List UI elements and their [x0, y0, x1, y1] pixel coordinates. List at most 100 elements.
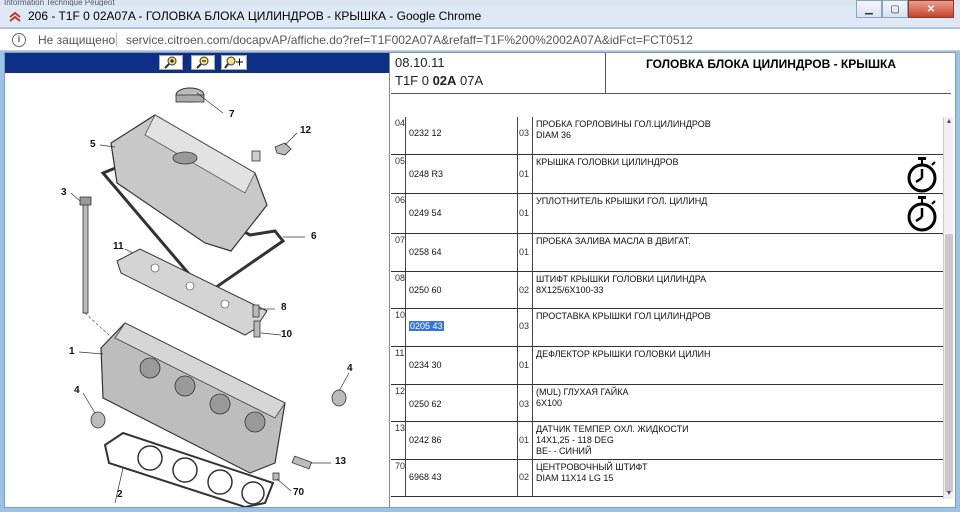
quantity: 03	[519, 399, 530, 409]
table-row[interactable]: 11 0234 30 01 ДЕФЛЕКТОР КРЫШКИ ГОЛОВКИ Ц…	[391, 347, 943, 385]
maximize-button[interactable]: ▢	[882, 0, 908, 18]
table-row[interactable]: 13 0242 86 01 ДАТЧИК ТЕМПЕР. ОХЛ. ЖИДКОС…	[391, 422, 943, 460]
description-line: ДАТЧИК ТЕМПЕР. ОХЛ. ЖИДКОСТИ	[536, 424, 689, 434]
part-number[interactable]: 0249 54	[409, 208, 442, 218]
part-description: ПРОБКА ЗАЛИВА МАСЛА В ДВИГАТ.	[536, 236, 691, 247]
row-number: 12	[395, 386, 406, 396]
quantity: 01	[519, 169, 530, 179]
stopwatch-icon[interactable]	[905, 156, 939, 194]
quantity: 01	[519, 247, 530, 257]
description-line: ЦЕНТРОВОЧНЫЙ ШТИФТ	[536, 462, 648, 472]
scroll-thumb[interactable]	[945, 234, 953, 492]
close-button[interactable]: ✕	[908, 0, 954, 18]
quantity: 03	[519, 128, 530, 138]
row-number: 70	[395, 461, 406, 471]
part-number[interactable]: 0258 64	[409, 247, 442, 257]
description-line: DIAM 11X14 LG 15	[536, 473, 614, 483]
diagram-toolbar	[5, 53, 389, 73]
table-row[interactable]: 05 0248 R3 01 КРЫШКА ГОЛОВКИ ЦИЛИНДРОВ	[391, 155, 943, 194]
diagram-panel: 7 5 12 3 6 11 8 10 1 4 4 2 13 70	[5, 53, 390, 507]
part-number[interactable]: 6968 43	[409, 472, 442, 482]
part-number[interactable]: 0232 12	[409, 128, 442, 138]
zoom-out-button[interactable]	[191, 55, 215, 70]
callout-label: 2	[117, 489, 123, 500]
stopwatch-icon[interactable]	[905, 195, 939, 233]
pan-button[interactable]	[221, 55, 247, 70]
zoom-in-button[interactable]	[159, 55, 183, 70]
row-number: 10	[395, 310, 406, 320]
row-number: 06	[395, 195, 406, 205]
row-number: 05	[395, 156, 406, 166]
callout-label: 12	[300, 125, 312, 136]
description-line: ПРОСТАВКА КРЫШКИ ГОЛ ЦИЛИНДРОВ	[536, 311, 711, 321]
page-title: ГОЛОВКА БЛОКА ЦИЛИНДРОВ - КРЫШКА	[645, 57, 897, 71]
address-bar[interactable]: i Не защищено service.citroen.com/docapv…	[0, 29, 960, 51]
header-rule	[391, 93, 951, 94]
part-number[interactable]: 0234 30	[409, 360, 442, 370]
row-number: 13	[395, 423, 406, 433]
part-description: УПЛОТНИТЕЛЬ КРЫШКИ ГОЛ. ЦИЛИНД	[536, 196, 707, 207]
callout-label: 7	[229, 109, 235, 120]
callout-label: 6	[311, 231, 317, 242]
minimize-button[interactable]: ▁	[856, 0, 882, 18]
title-bar: 206 - T1F 0 02A07A - ГОЛОВКА БЛОКА ЦИЛИН…	[0, 0, 960, 28]
table-row[interactable]: 04 0232 12 03 ПРОБКА ГОРЛОВИНЫ ГОЛ.ЦИЛИН…	[391, 117, 943, 155]
description-line: 8X125/6X100-33	[536, 285, 604, 295]
url-text[interactable]: service.citroen.com/docapvAP/affiche.do?…	[126, 33, 693, 47]
table-row[interactable]: 10 0205 43 03 ПРОСТАВКА КРЫШКИ ГОЛ ЦИЛИН…	[391, 309, 943, 347]
description-line: КРЫШКА ГОЛОВКИ ЦИЛИНДРОВ	[536, 157, 679, 167]
callout-label: 4	[74, 385, 80, 396]
callout-label: 5	[90, 139, 96, 150]
description-line: ПРОБКА ГОРЛОВИНЫ ГОЛ.ЦИЛИНДРОВ	[536, 119, 711, 129]
quantity: 01	[519, 435, 530, 445]
catalog-code-group: 02A	[432, 73, 457, 88]
description-line: (MUL) ГЛУХАЯ ГАЙКА	[536, 387, 629, 397]
description-line: 14X1,25 - 118 DEG	[536, 435, 614, 445]
callout-label: 3	[61, 187, 67, 198]
row-number: 11	[395, 348, 405, 358]
table-row[interactable]: 08 0250 60 02 ШТИФТ КРЫШКИ ГОЛОВКИ ЦИЛИН…	[391, 272, 943, 309]
part-number[interactable]: 0250 62	[409, 399, 442, 409]
table-row[interactable]: 07 0258 64 01 ПРОБКА ЗАЛИВА МАСЛА В ДВИГ…	[391, 234, 943, 272]
callout-layer: 7 5 12 3 6 11 8 10 1 4 4 2 13 70	[5, 73, 389, 507]
callout-label: 70	[293, 487, 305, 498]
scroll-down-button[interactable]: ▼	[944, 489, 954, 499]
table-row[interactable]: 70 6968 43 02 ЦЕНТРОВОЧНЫЙ ШТИФТ DIAM 11X…	[391, 460, 943, 497]
callout-label: 11	[113, 241, 124, 252]
page-content: 7 5 12 3 6 11 8 10 1 4 4 2 13 70 08.10.1…	[4, 52, 956, 508]
catalog-date: 08.10.11	[395, 55, 445, 70]
quantity: 02	[519, 472, 530, 482]
callout-label: 1	[69, 346, 75, 357]
description-line: УПЛОТНИТЕЛЬ КРЫШКИ ГОЛ. ЦИЛИНД	[536, 196, 708, 206]
part-description: ШТИФТ КРЫШКИ ГОЛОВКИ ЦИЛИНДРА 8X125/6X100…	[536, 274, 706, 296]
catalog-code-suffix: 07A	[456, 73, 484, 88]
window-title: 206 - T1F 0 02A07A - ГОЛОВКА БЛОКА ЦИЛИН…	[28, 9, 482, 23]
part-number[interactable]: 0250 60	[409, 285, 442, 295]
row-number: 08	[395, 273, 406, 283]
part-description: ДАТЧИК ТЕМПЕР. ОХЛ. ЖИДКОСТИ 14X1,25 - 11…	[536, 424, 689, 457]
part-number[interactable]: 0248 R3	[409, 169, 443, 179]
part-number-selected[interactable]: 0205 43	[409, 321, 444, 331]
quantity: 01	[519, 360, 530, 370]
magnifier-plus-icon	[164, 56, 177, 69]
callout-label: 10	[281, 329, 293, 340]
row-number: 04	[395, 118, 406, 128]
description-line: DIAM 36	[536, 130, 572, 140]
table-row[interactable]: 06 0249 54 01 УПЛОТНИТЕЛЬ КРЫШКИ ГОЛ. ЦИ…	[391, 194, 943, 234]
row-number: 07	[395, 235, 406, 245]
security-label[interactable]: Не защищено	[38, 33, 115, 47]
table-row[interactable]: 12 0250 62 03 (MUL) ГЛУХАЯ ГАЙКА 6X100	[391, 385, 943, 422]
part-description: ДЕФЛЕКТОР КРЫШКИ ГОЛОВКИ ЦИЛИН	[536, 349, 710, 360]
citroen-logo-icon	[9, 11, 21, 22]
window-controls: ▁ ▢ ✕	[856, 0, 954, 18]
description-line: ПРОБКА ЗАЛИВА МАСЛА В ДВИГАТ.	[536, 236, 691, 246]
description-line: 6X100	[536, 398, 563, 408]
info-icon[interactable]: i	[12, 33, 26, 47]
part-number[interactable]: 0242 86	[409, 435, 442, 445]
quantity: 03	[519, 321, 530, 331]
scroll-up-button[interactable]: ▲	[944, 117, 954, 127]
catalog-code-prefix: T1F 0	[395, 73, 433, 88]
magnifier-move-icon	[224, 56, 243, 69]
vertical-scrollbar[interactable]: ▲ ▼	[943, 117, 953, 499]
callout-label: 4	[347, 363, 353, 374]
